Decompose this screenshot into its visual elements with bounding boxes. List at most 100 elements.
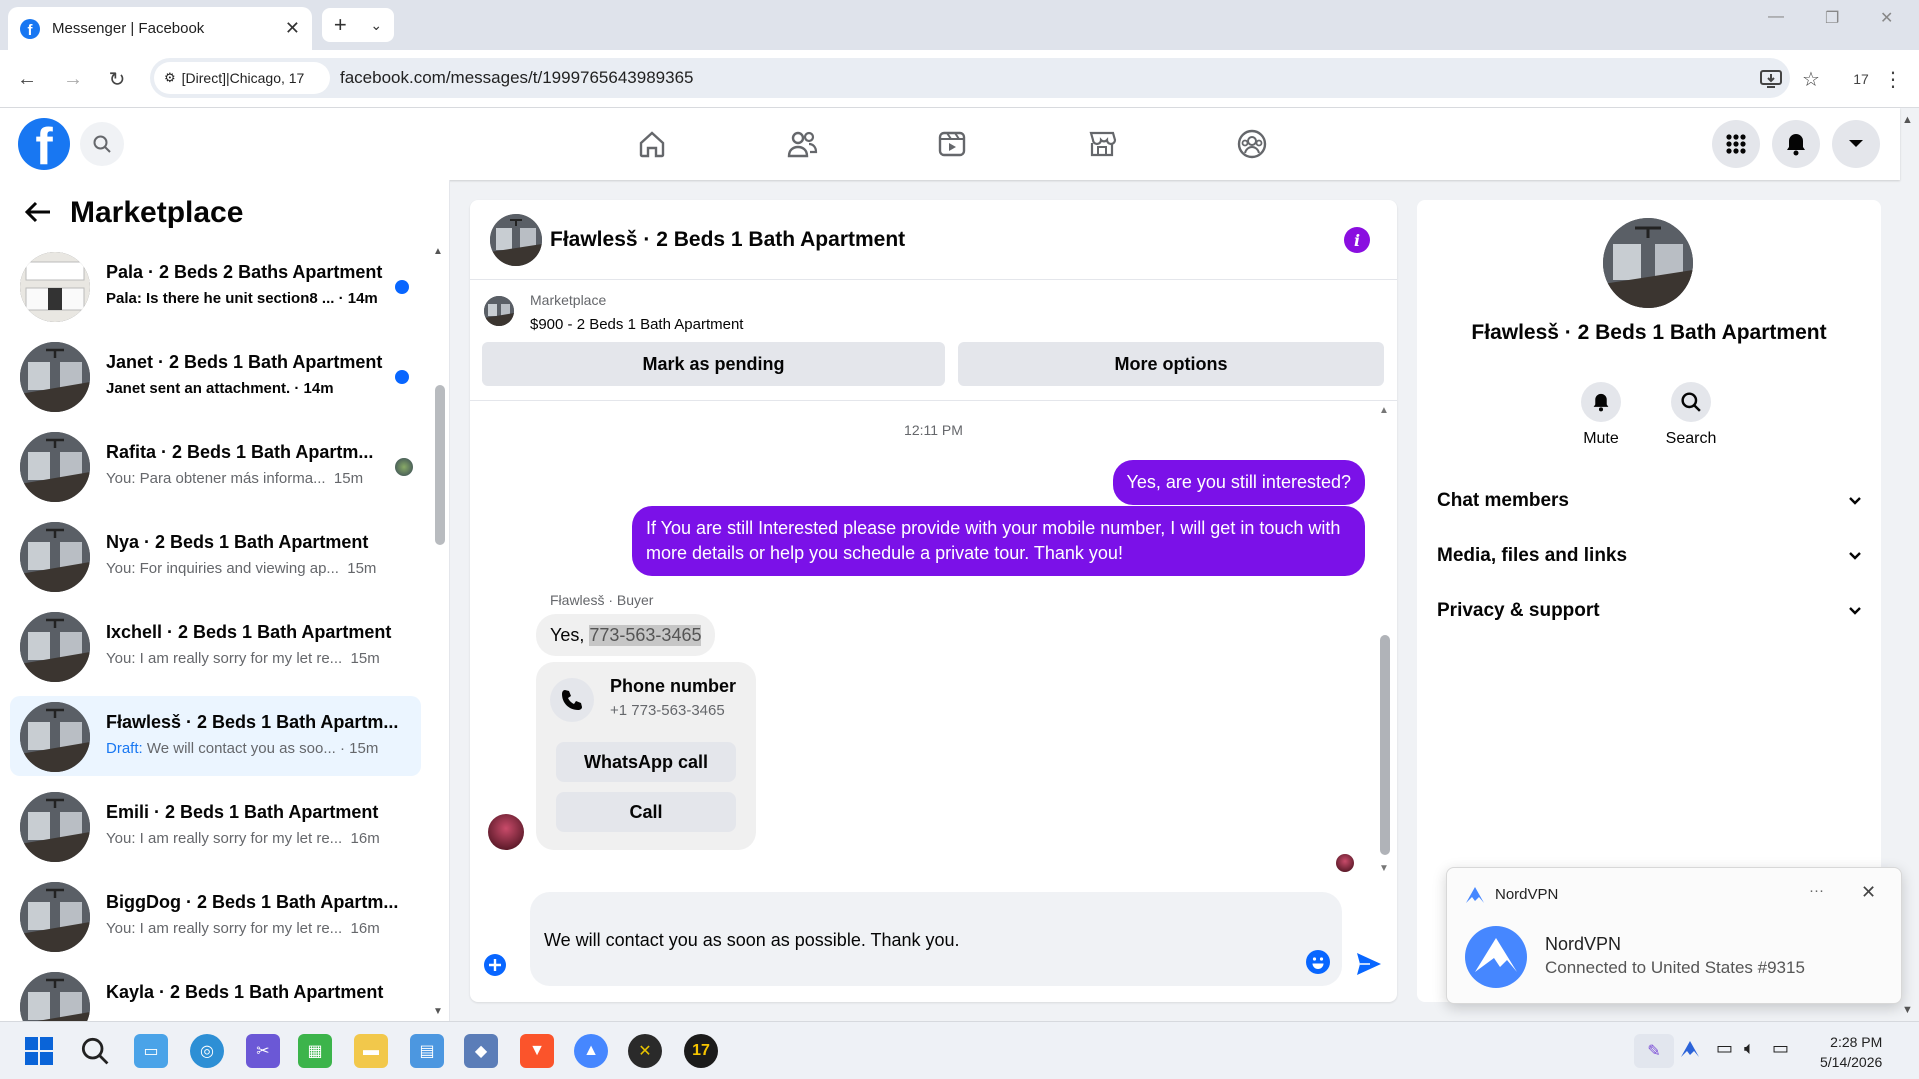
taskbar-search-icon[interactable] [78,1034,112,1068]
tray-battery-icon[interactable]: ▭ [1772,1038,1789,1059]
taskbar-folder-icon[interactable]: ▬ [354,1034,388,1068]
taskbar-nordvpn-icon[interactable]: ▲ [574,1034,608,1068]
conversation-item[interactable]: Janet · 2 Beds 1 Bath Apartment Janet sen… [10,336,421,416]
restore-icon[interactable]: ❐ [1825,8,1839,28]
scroll-up-icon[interactable]: ▲ [433,246,443,257]
reload-icon[interactable]: ↻ [102,64,132,94]
page-scroll-up-icon[interactable]: ▲ [1902,114,1913,126]
conversation-item[interactable]: Pala · 2 Beds 2 Baths Apartment Pala: Is … [10,246,421,326]
notifications-bell-icon[interactable] [1772,120,1820,168]
conversation-item[interactable]: Nya · 2 Beds 1 Bath Apartment You: For in… [10,516,421,596]
info-icon[interactable]: i [1344,227,1370,253]
chat-avatar[interactable] [490,214,542,266]
send-icon[interactable] [1356,952,1382,976]
add-attachment-icon[interactable] [484,954,506,976]
tray-network-icon[interactable]: ▭ [1716,1038,1733,1059]
conversation-item[interactable]: Kayla · 2 Beds 1 Bath Apartment [10,966,421,1021]
toast-more-icon[interactable]: ··· [1809,882,1824,899]
window-close-icon[interactable]: ✕ [1880,8,1893,28]
new-tab-icon[interactable]: + [334,12,347,38]
conversation-item[interactable]: Emili · 2 Beds 1 Bath Apartment You: I am… [10,786,421,866]
taskbar-app-icon[interactable]: ✕ [628,1034,662,1068]
extension-badge[interactable]: 17 [1846,64,1876,94]
browser-menu-icon[interactable]: ⋮ [1878,64,1908,94]
page-scroll-down-icon[interactable]: ▼ [1902,1004,1913,1016]
install-app-icon[interactable] [1756,64,1786,94]
call-button[interactable]: Call [556,792,736,832]
whatsapp-call-button[interactable]: WhatsApp call [556,742,736,782]
taskbar-app-icon[interactable]: ▭ [134,1034,168,1068]
snippet-text: We will contact you as soo... · 15m [142,740,379,757]
tray-nordvpn-icon[interactable] [1680,1040,1700,1058]
groups-icon[interactable] [1232,124,1272,164]
mute-action[interactable]: Mute [1561,382,1641,448]
privacy-support-row[interactable]: Privacy & support [1437,591,1861,631]
emoji-icon[interactable] [1306,950,1330,974]
conversation-item[interactable]: Rafita · 2 Beds 1 Bath Apartm... You: Par… [10,426,421,506]
marketplace-icon[interactable] [1082,124,1122,164]
friends-icon[interactable] [782,124,822,164]
video-icon[interactable] [932,124,972,164]
chat-title[interactable]: Fławlesš · 2 Beds 1 Bath Apartment [550,228,905,252]
taskbar-clock[interactable]: 2:28 PM 5/14/2026 [1820,1032,1882,1072]
chat-members-row[interactable]: Chat members [1437,481,1861,521]
conversation-item[interactable]: BiggDog · 2 Beds 1 Bath Apartm... You: I … [10,876,421,956]
incoming-message[interactable]: Yes, 773-563-3465 [536,614,716,656]
search-icon[interactable] [80,122,124,166]
tray-pen-icon[interactable]: ✎ [1634,1034,1674,1068]
taskbar-app-icon[interactable]: 17 [684,1034,718,1068]
browser-tab[interactable]: f Messenger | Facebook ✕ [8,7,312,50]
back-icon[interactable]: ← [12,64,42,94]
minimize-icon[interactable]: — [1768,8,1784,26]
conversation-thumbnail [20,342,90,412]
phone-link[interactable]: 773-563-3465 [589,624,702,646]
taskbar-browser-icon[interactable]: ◎ [190,1034,224,1068]
back-arrow-icon[interactable] [24,200,52,224]
outgoing-message[interactable]: If You are still Interested please provi… [632,506,1365,576]
search-action[interactable]: Search [1651,382,1731,448]
toast-app-name: NordVPN [1495,886,1559,903]
mark-as-pending-button[interactable]: Mark as pending [482,342,945,386]
taskbar-app-icon[interactable]: ◆ [464,1034,498,1068]
toast-close-icon[interactable]: ✕ [1861,882,1876,903]
forward-icon[interactable]: → [58,64,88,94]
listing-title[interactable]: $900 - 2 Beds 1 Bath Apartment [530,316,743,333]
media-files-links-row[interactable]: Media, files and links [1437,536,1861,576]
tab-title: Messenger | Facebook [52,20,205,37]
taskbar-app-icon[interactable]: ▤ [410,1034,444,1068]
composer-text[interactable]: We will contact you as soon as possible.… [544,930,960,951]
more-options-button[interactable]: More options [958,342,1384,386]
conversation-name: Janet · 2 Beds 1 Bath Apartment [106,352,383,372]
chat-scrollbar[interactable] [1380,635,1390,855]
taskbar-app-icon[interactable]: ▦ [298,1034,332,1068]
message-composer[interactable]: We will contact you as soon as possible.… [530,892,1342,986]
divider [470,400,1397,401]
nordvpn-notification[interactable]: NordVPN ··· ✕ NordVPN Connected to Unite… [1446,867,1902,1004]
chat-scroll-down-icon[interactable]: ▼ [1379,863,1389,874]
outgoing-message[interactable]: Yes, are you still interested? [1112,460,1365,505]
start-windows-icon[interactable] [22,1034,56,1068]
bookmark-star-icon[interactable]: ☆ [1796,64,1826,94]
tab-list-chevron-icon[interactable]: ⌄ [370,17,382,34]
incoming-message-text: Yes, [550,624,590,645]
close-tab-icon[interactable]: ✕ [285,18,300,39]
facebook-logo-icon[interactable]: f [18,118,70,170]
scroll-down-icon[interactable]: ▼ [433,1006,443,1017]
chat-scroll-up-icon[interactable]: ▲ [1379,405,1389,416]
menu-grid-icon[interactable] [1712,120,1760,168]
snippet-text: Janet sent an attachment. · 14m [106,380,334,397]
taskbar-brave-icon[interactable]: ▼ [520,1034,554,1068]
home-icon[interactable] [632,124,672,164]
info-avatar[interactable] [1603,218,1693,308]
site-info-chip[interactable]: ⚙ [Direct]|Chicago, 17 [154,62,330,94]
account-chevron-icon[interactable] [1832,120,1880,168]
url-text[interactable]: facebook.com/messages/t/1999765643989365 [340,68,693,88]
buyer-avatar[interactable] [488,814,524,850]
conversation-snippet: Draft: We will contact you as soo... · 1… [106,740,378,757]
conversation-item[interactable]: Fławlesš · 2 Beds 1 Bath Apartm... Draft:… [10,696,421,776]
tray-volume-icon[interactable]: 🔈︎ [1744,1038,1755,1059]
conversation-item[interactable]: Ixchell · 2 Beds 1 Bath Apartment You: I … [10,606,421,686]
sidebar-scrollbar[interactable] [435,385,445,545]
taskbar-snipping-icon[interactable]: ✂ [246,1034,280,1068]
omnibox[interactable]: ⚙ [Direct]|Chicago, 17 facebook.com/mess… [150,58,1790,98]
